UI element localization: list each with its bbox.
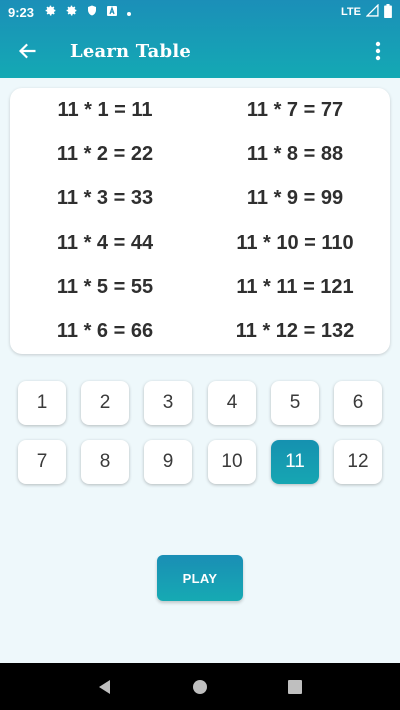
- number-button-12[interactable]: 12: [334, 440, 382, 484]
- gear-icon: [65, 4, 78, 20]
- number-button-2[interactable]: 2: [81, 381, 129, 425]
- nav-recents-button[interactable]: [275, 667, 315, 707]
- table-row: 11 * 12 = 132: [235, 320, 355, 343]
- table-row: 11 * 6 = 66: [56, 320, 154, 343]
- status-bar: 9:23 LTE: [0, 0, 400, 24]
- number-button-5[interactable]: 5: [271, 381, 319, 425]
- number-button-11[interactable]: 11: [271, 440, 319, 484]
- page-title: Learn Table: [70, 40, 192, 62]
- arrow-left-icon: [18, 43, 36, 59]
- signal-icon: [365, 3, 379, 20]
- battery-icon: [384, 3, 392, 21]
- app-bar: Learn Table: [0, 24, 400, 78]
- table-number-selector: 1 2 3 4 5 6 7 8 9 10 11 12: [18, 381, 382, 485]
- table-row: 11 * 9 = 99: [246, 187, 344, 210]
- status-system-icons: LTE: [341, 3, 392, 21]
- table-row: 11 * 11 = 121: [236, 275, 354, 298]
- dot-icon: [126, 5, 132, 20]
- table-row: 11 * 10 = 110: [236, 231, 354, 254]
- number-button-6[interactable]: 6: [334, 381, 382, 425]
- table-row: 11 * 4 = 44: [56, 231, 154, 254]
- table-column-right: 11 * 7 = 77 11 * 8 = 88 11 * 9 = 99 11 *…: [200, 88, 390, 354]
- shield-icon: [86, 4, 98, 20]
- number-button-8[interactable]: 8: [81, 440, 129, 484]
- back-button[interactable]: [0, 24, 56, 78]
- status-time: 9:23: [8, 4, 35, 20]
- number-button-1[interactable]: 1: [18, 381, 66, 425]
- table-row: 11 * 1 = 11: [57, 98, 153, 121]
- number-button-3[interactable]: 3: [144, 381, 192, 425]
- table-row: 11 * 7 = 77: [246, 98, 344, 121]
- play-button[interactable]: PLAY: [157, 555, 243, 601]
- more-vertical-icon: [375, 41, 381, 61]
- table-row: 11 * 5 = 55: [56, 275, 154, 298]
- table-row: 11 * 2 = 22: [56, 142, 154, 165]
- triangle-back-icon: [99, 679, 111, 694]
- number-button-9[interactable]: 9: [144, 440, 192, 484]
- nav-home-button[interactable]: [180, 667, 220, 707]
- number-button-10[interactable]: 10: [208, 440, 256, 484]
- table-row: 11 * 8 = 88: [246, 142, 344, 165]
- overflow-menu-button[interactable]: [356, 24, 400, 78]
- status-notification-icons: [44, 4, 132, 20]
- gear-icon: [44, 4, 57, 20]
- font-icon: [106, 5, 118, 20]
- network-type: LTE: [341, 6, 361, 18]
- nav-back-button[interactable]: [85, 667, 125, 707]
- square-recents-icon: [287, 679, 302, 694]
- system-navigation-bar: [0, 663, 400, 710]
- number-button-7[interactable]: 7: [18, 440, 66, 484]
- table-column-left: 11 * 1 = 11 11 * 2 = 22 11 * 3 = 33 11 *…: [10, 88, 200, 354]
- multiplication-table-card: 11 * 1 = 11 11 * 2 = 22 11 * 3 = 33 11 *…: [10, 88, 390, 354]
- table-row: 11 * 3 = 33: [56, 187, 154, 210]
- number-button-4[interactable]: 4: [208, 381, 256, 425]
- circle-home-icon: [192, 679, 207, 694]
